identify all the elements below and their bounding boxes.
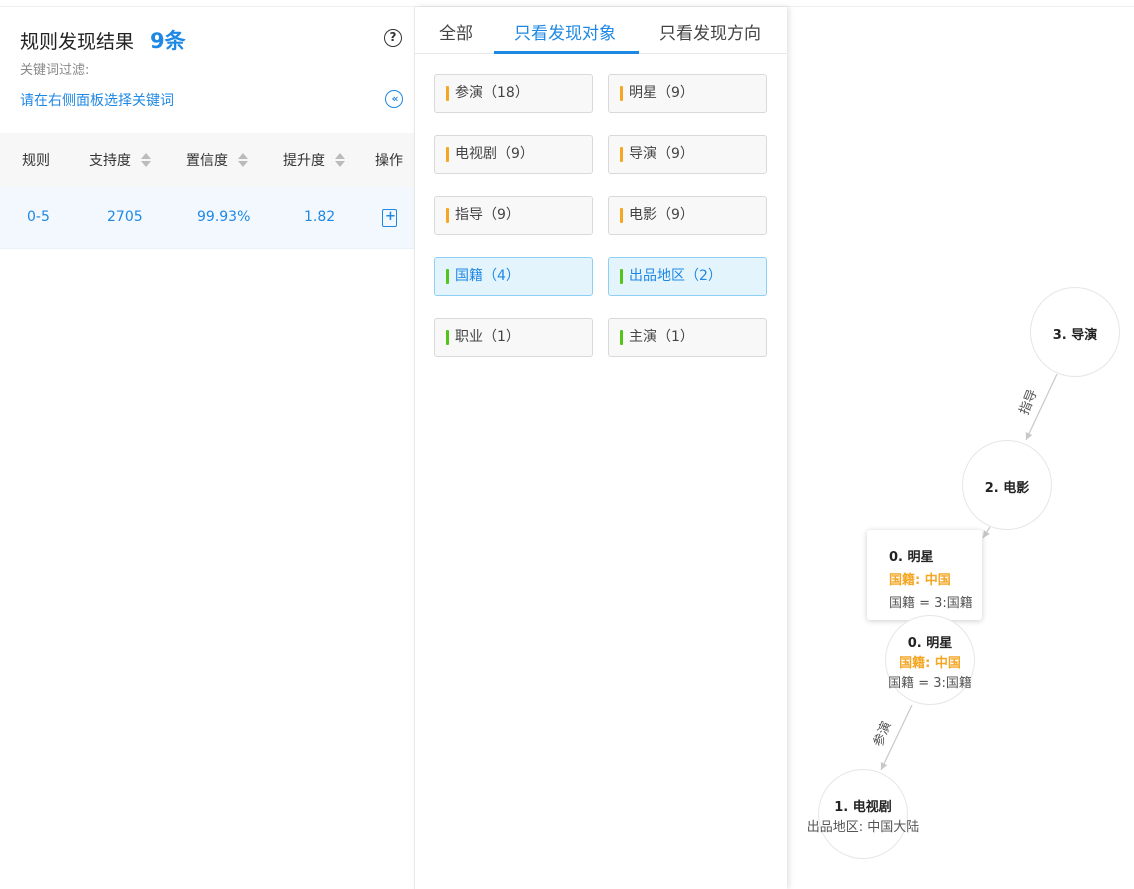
tag-color-bar <box>446 208 449 223</box>
tag-color-bar <box>446 86 449 101</box>
tag-color-bar <box>620 147 623 162</box>
node-director-title: 3. 导演 <box>1052 328 1098 343</box>
tag-label: 明星（9） <box>629 85 694 101</box>
column-rule-label: 规则 <box>22 153 50 169</box>
column-support-label: 支持度 <box>89 153 131 169</box>
keyword-tag-zhuyan[interactable]: 主演（1） <box>608 318 767 357</box>
panel-header: 规则发现结果 9条 <box>20 25 186 55</box>
column-action-label: 操作 <box>375 153 403 169</box>
active-tab-indicator <box>494 51 639 54</box>
select-keyword-link[interactable]: 请在右侧面板选择关键词 <box>20 90 174 110</box>
rule-results-panel: 规则发现结果 9条 ? 关键词过滤: 请在右侧面板选择关键词 « 规则 支持度 … <box>0 7 415 889</box>
tag-label: 出品地区（2） <box>629 268 722 284</box>
keyword-tag-canyan[interactable]: 参演（18） <box>434 74 593 113</box>
node-star-attribute: 国籍: 中国 <box>899 656 961 671</box>
keyword-panel: 全部 只看发现对象 只看发现方向 参演（18） 明星（9） 电视剧（9） 导演（… <box>415 7 787 889</box>
tag-label: 国籍（4） <box>455 268 520 284</box>
tag-color-bar <box>446 330 449 345</box>
table-row[interactable]: 0-5 2705 99.93% 1.82 <box>0 187 414 249</box>
column-support[interactable]: 支持度 <box>89 150 151 170</box>
tag-label: 职业（1） <box>455 329 520 345</box>
filter-tabs: 全部 只看发现对象 只看发现方向 <box>415 7 787 54</box>
tab-all[interactable]: 全部 <box>439 19 473 44</box>
collapse-left-icon[interactable]: « <box>385 90 403 108</box>
keyword-tag-guoji[interactable]: 国籍（4） <box>434 257 593 296</box>
keyword-filter-label: 关键词过滤: <box>20 63 90 78</box>
tag-color-bar <box>620 330 623 345</box>
tag-color-bar <box>620 86 623 101</box>
node-tvseries-attribute: 出品地区: 中国大陆 <box>806 820 920 835</box>
keyword-tag-chupindiqu[interactable]: 出品地区（2） <box>608 257 767 296</box>
tag-label: 指导（9） <box>455 207 520 223</box>
column-confidence[interactable]: 置信度 <box>186 150 248 170</box>
sort-icon[interactable] <box>335 152 345 168</box>
tab-objects-only[interactable]: 只看发现对象 <box>514 19 616 44</box>
sort-icon[interactable] <box>141 152 151 168</box>
edge-label-canyan: 参演 <box>871 719 895 750</box>
support-cell: 2705 <box>107 209 143 225</box>
keyword-tag-zhiye[interactable]: 职业（1） <box>434 318 593 357</box>
tag-color-bar <box>446 147 449 162</box>
node-tooltip: 0. 明星 国籍: 中国 国籍 = 3:国籍 <box>867 530 982 620</box>
column-confidence-label: 置信度 <box>186 153 228 169</box>
rule-id-cell[interactable]: 0-5 <box>27 209 50 225</box>
tag-color-bar <box>620 208 623 223</box>
tag-label: 电影（9） <box>629 207 694 223</box>
tag-label: 主演（1） <box>629 329 694 345</box>
tag-label: 参演（18） <box>455 85 529 101</box>
tooltip-rule: 国籍 = 3:国籍 <box>889 596 973 611</box>
tag-label: 电视剧（9） <box>455 146 534 162</box>
tab-directions-only[interactable]: 只看发现方向 <box>659 19 761 44</box>
column-rule: 规则 <box>22 150 50 170</box>
result-count: 9条 <box>150 29 186 53</box>
add-document-icon[interactable] <box>382 209 397 227</box>
help-icon[interactable]: ? <box>384 29 402 47</box>
keyword-tag-dianshiju[interactable]: 电视剧（9） <box>434 135 593 174</box>
sort-icon[interactable] <box>238 152 248 168</box>
panel-title: 规则发现结果 <box>20 31 135 53</box>
tag-color-bar <box>620 269 623 284</box>
tag-label: 导演（9） <box>629 146 694 162</box>
tag-color-bar <box>446 269 449 284</box>
lift-cell: 1.82 <box>304 209 336 225</box>
node-movie-title: 2. 电影 <box>984 481 1030 496</box>
node-tvseries-title: 1. 电视剧 <box>834 800 892 815</box>
table-header: 规则 支持度 置信度 提升度 操作 <box>0 133 414 187</box>
confidence-cell: 99.93% <box>197 209 251 225</box>
keyword-tag-dianying[interactable]: 电影（9） <box>608 196 767 235</box>
edge-label-zhidao: 指导 <box>1017 387 1041 418</box>
keyword-tag-zhidao[interactable]: 指导（9） <box>434 196 593 235</box>
keyword-tag-mingxing[interactable]: 明星（9） <box>608 74 767 113</box>
column-lift[interactable]: 提升度 <box>283 150 345 170</box>
column-action: 操作 <box>375 150 403 170</box>
node-star-rule: 国籍 = 3:国籍 <box>888 676 972 691</box>
keyword-tag-daoyan[interactable]: 导演（9） <box>608 135 767 174</box>
column-lift-label: 提升度 <box>283 153 325 169</box>
edge-movie-star <box>982 526 991 539</box>
tooltip-title: 0. 明星 <box>889 550 934 565</box>
tooltip-attribute: 国籍: 中国 <box>889 573 951 588</box>
node-star-title: 0. 明星 <box>907 636 953 651</box>
